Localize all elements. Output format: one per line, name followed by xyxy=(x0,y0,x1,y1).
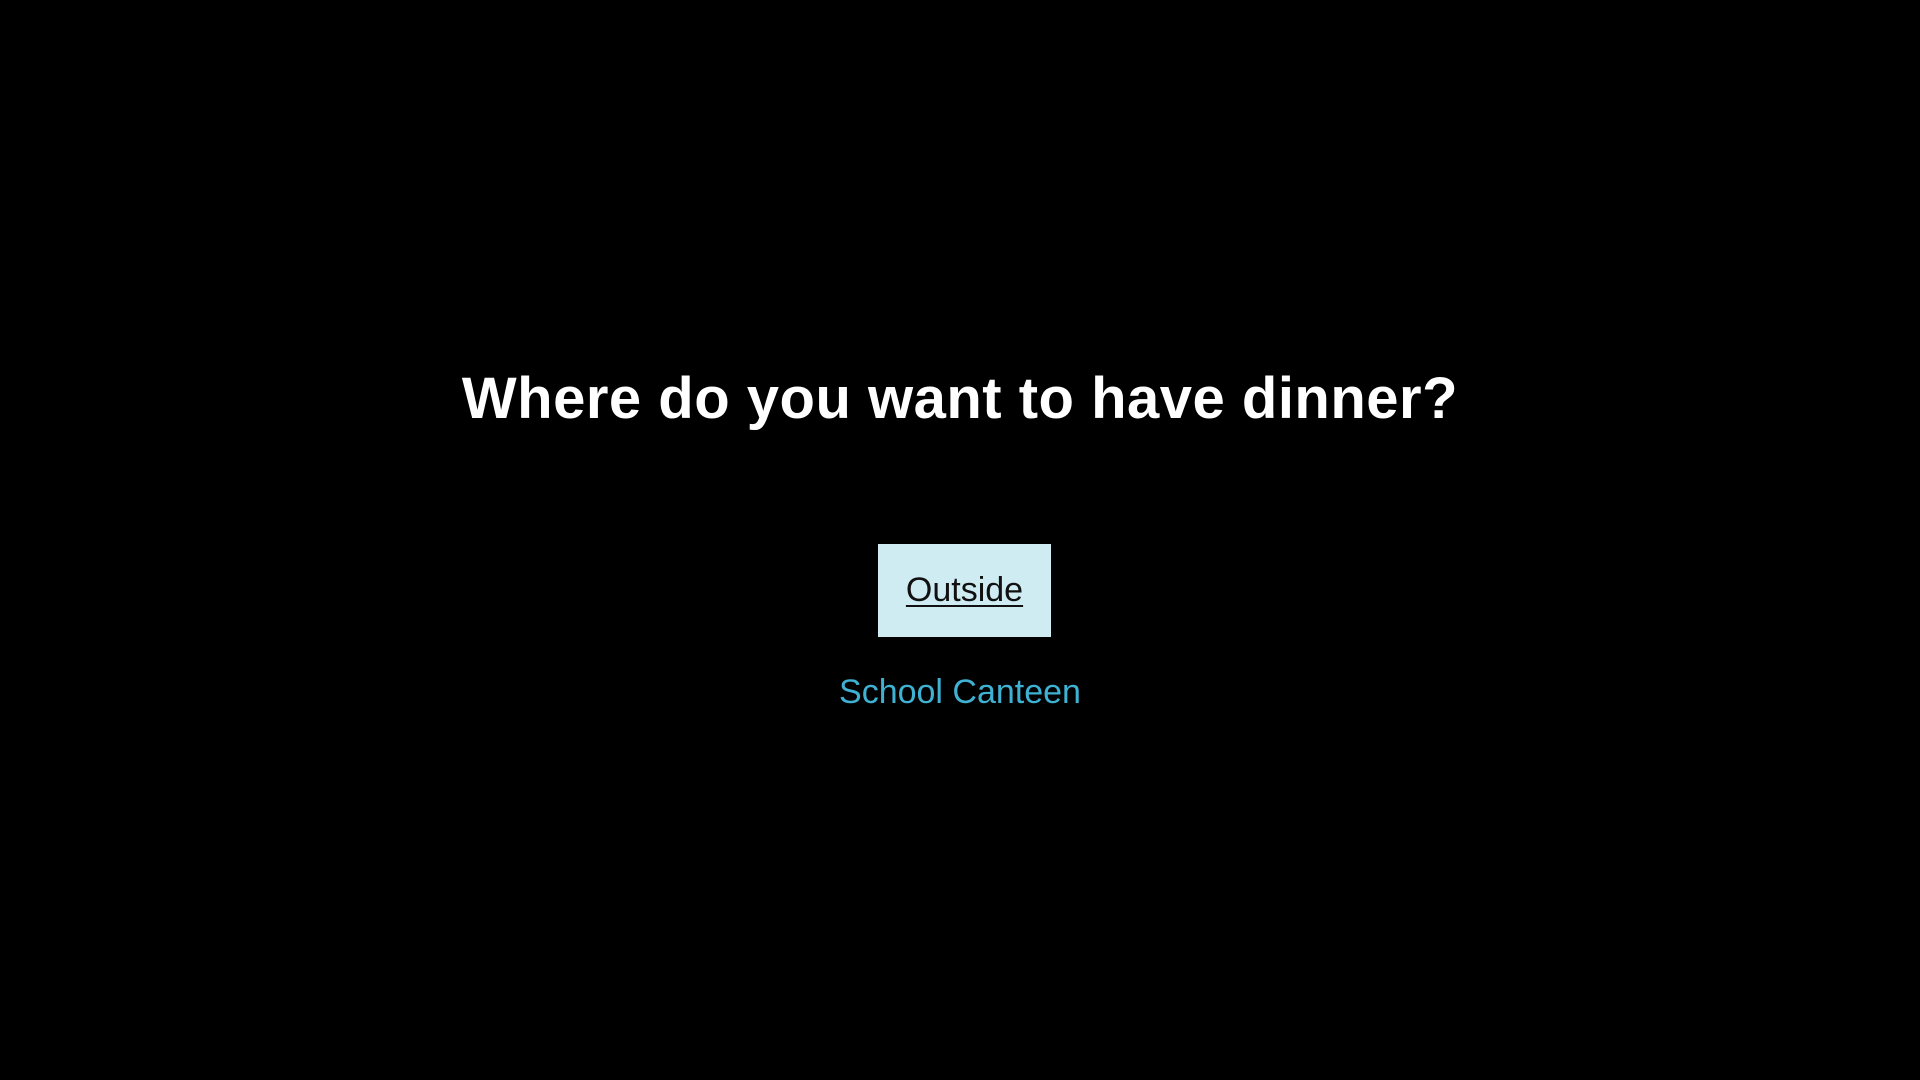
dialogue-screen: Where do you want to have dinner? Outsid… xyxy=(0,0,1920,1080)
choice-outside-label: Outside xyxy=(905,571,1024,609)
choice-school-canteen-label: School Canteen xyxy=(839,673,1081,711)
choice-outside-button[interactable]: Outside xyxy=(878,544,1051,637)
dinner-question: Where do you want to have dinner? xyxy=(461,366,1459,431)
choice-school-canteen-button[interactable]: School Canteen xyxy=(0,670,1920,714)
